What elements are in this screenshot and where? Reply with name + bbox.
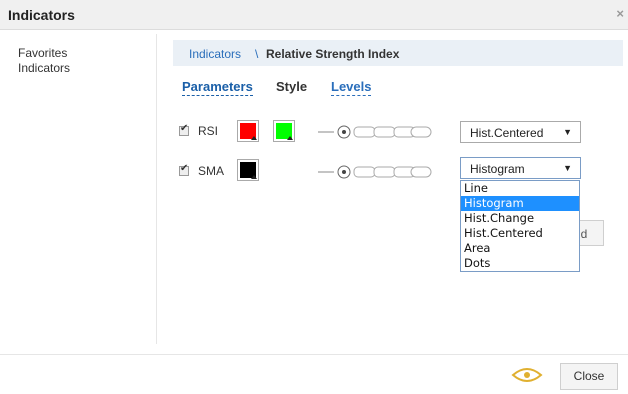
rsi-label: RSI bbox=[198, 124, 219, 138]
sidebar-item-indicators[interactable]: Indicators bbox=[18, 61, 148, 76]
caret-icon bbox=[251, 175, 257, 179]
breadcrumb-root[interactable]: Indicators bbox=[189, 47, 241, 61]
tab-levels[interactable]: Levels bbox=[331, 79, 372, 96]
rsi-style-value: Hist.Centered bbox=[470, 126, 544, 140]
sma-style-value: Histogram bbox=[470, 162, 525, 176]
caret-icon bbox=[287, 136, 293, 140]
dropdown-option-area[interactable]: Area bbox=[461, 241, 579, 256]
dropdown-arrow-icon: ▼ bbox=[563, 163, 572, 173]
sidebar: Favorites Indicators bbox=[18, 46, 148, 76]
sidebar-divider bbox=[156, 34, 157, 344]
rsi-width-slider[interactable] bbox=[318, 125, 433, 139]
caret-icon bbox=[251, 136, 257, 140]
sma-style-select[interactable]: Histogram ▼ bbox=[460, 157, 581, 179]
dropdown-option-line[interactable]: Line bbox=[461, 181, 579, 196]
tab-style[interactable]: Style bbox=[276, 79, 307, 94]
sidebar-item-favorites[interactable]: Favorites bbox=[18, 46, 148, 61]
dropdown-option-histogram[interactable]: Histogram bbox=[461, 196, 579, 211]
footer-divider bbox=[0, 354, 628, 355]
rsi-color-1-swatch[interactable] bbox=[237, 120, 259, 142]
dialog-title: Indicators bbox=[8, 7, 75, 23]
dropdown-arrow-icon: ▼ bbox=[563, 127, 572, 137]
close-button[interactable]: Close bbox=[560, 363, 618, 390]
sma-color-swatch[interactable] bbox=[237, 159, 259, 181]
dropdown-option-hist-change[interactable]: Hist.Change bbox=[461, 211, 579, 226]
dropdown-option-hist-centered[interactable]: Hist.Centered bbox=[461, 226, 579, 241]
rsi-style-select[interactable]: Hist.Centered ▼ bbox=[460, 121, 581, 143]
breadcrumb: Indicators \ Relative Strength Index bbox=[173, 40, 623, 66]
close-icon[interactable]: × bbox=[616, 6, 624, 21]
sma-label: SMA bbox=[198, 164, 225, 178]
dialog-titlebar: Indicators × bbox=[0, 0, 628, 30]
rsi-color-2-swatch[interactable] bbox=[273, 120, 295, 142]
rsi-checkbox[interactable] bbox=[179, 123, 189, 136]
style-dropdown-list: Line Histogram Hist.Change Hist.Centered… bbox=[460, 180, 580, 272]
eye-icon[interactable] bbox=[511, 364, 543, 386]
dropdown-option-dots[interactable]: Dots bbox=[461, 256, 579, 271]
breadcrumb-separator: \ bbox=[255, 47, 259, 61]
sma-checkbox[interactable] bbox=[179, 163, 189, 176]
tab-parameters[interactable]: Parameters bbox=[182, 79, 253, 96]
sma-width-slider[interactable] bbox=[318, 165, 433, 179]
breadcrumb-current: Relative Strength Index bbox=[266, 47, 400, 61]
